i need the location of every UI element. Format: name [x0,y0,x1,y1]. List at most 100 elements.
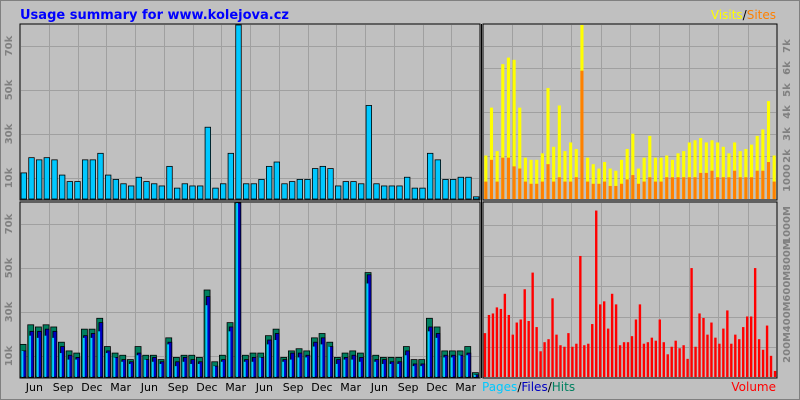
pages-overlay-bar [75,359,78,377]
sites-bar [506,157,510,199]
volume-bar [765,325,769,377]
pages-bar [411,187,418,200]
pages-overlay-bar [29,335,32,377]
volume-bar [610,293,614,377]
pages-bar [381,185,388,200]
pages-bar [20,172,27,200]
pages-overlay-bar [105,353,108,377]
pages-bar [419,187,426,200]
x-tick-label: Sep [283,381,304,394]
sites-bar [569,181,573,199]
pages-bar [166,165,173,200]
x-tick-label: Dec [426,381,447,394]
volume-bar [726,310,729,377]
sites-bar [614,185,618,199]
pages-bar [457,176,464,200]
pages-bar [319,165,326,200]
sites-bar [648,177,652,199]
sites-bar [744,177,748,199]
pages-overlay-bar [381,363,384,377]
volume-bar [519,319,522,377]
sites-bar [619,183,624,199]
legend-top-right: Visits/Sites [711,8,776,22]
sites-bar [636,183,641,199]
pages-overlay-bar [190,363,193,377]
pages-overlay-bar [128,363,131,377]
pages-overlay-bar [450,357,453,377]
sites-bar [591,183,595,199]
volume-bar [587,343,590,377]
pages-overlay-bar [90,337,93,377]
volume-bar [563,346,566,377]
pages-overlay-bar [427,331,430,377]
pages-bar [365,105,372,200]
pages-bar [89,159,96,200]
volume-bar [686,358,689,377]
legend-sites: Sites [747,8,776,22]
volume-bar [742,327,745,377]
pages-bar [304,179,311,200]
x-tick-label: Mar [340,381,361,394]
volume-bar [487,314,491,377]
pages-overlay-bar [289,359,292,377]
x-tick-label: Mar [455,381,476,394]
pages-overlay-bar [366,283,369,377]
pages-overlay-bar [59,353,62,377]
chart-title: Usage summary for www.kolejova.cz [20,8,289,23]
pages-overlay-bar [151,361,154,377]
pages-bar [189,185,196,200]
sites-bar [761,170,765,199]
pages-overlay-bar [182,361,185,377]
pages-overlay-bar [343,359,346,377]
pages-bar [36,159,43,200]
chart-panels: 10k 30k 50k 70k 10k 30k 50k 70k Jun Sep Dec Mar Jun S… [0,0,800,400]
volume-bar [591,324,594,377]
pages-overlay-bar [351,359,354,377]
sites-bar [603,181,607,199]
sites-bar [642,181,646,199]
pages-overlay-bar [443,357,446,377]
x-tick-label: Dec [81,381,102,394]
sites-bar [710,170,714,199]
pages-bar [258,179,265,200]
pages-bar [289,181,296,200]
pages-bar [220,183,227,200]
sites-bar [540,181,544,199]
pages-overlay-bar [335,363,338,377]
volume-bar [523,289,526,377]
sites-bar [489,159,494,199]
pages-bar [43,157,50,200]
volume-bar [547,339,550,377]
pages-y-tick: 30k [4,123,15,144]
pages-overlay-bar [67,359,70,377]
pages-bar [28,157,35,200]
sites-bar [484,181,488,199]
pages-overlay-bar [259,357,262,377]
pages-bar [473,196,480,200]
pages-bar [97,152,104,200]
volume-bar [670,346,673,377]
volume-bar [730,343,733,377]
pages-overlay-bar [297,357,300,377]
pages-overlay-bar [435,337,438,377]
sites-bar [750,177,754,199]
sites-bar [687,177,691,199]
sites-bar [580,70,584,199]
volume-bar [674,340,677,377]
sites-bar [501,157,505,199]
pages-bar [197,185,204,200]
pages-bar [112,179,119,200]
volume-bar [769,355,773,377]
volume-bar [599,304,602,377]
sites-bar [670,177,674,199]
pages-overlay-bar [197,363,200,377]
volume-bar [602,301,606,377]
volume-bar [666,354,669,377]
sites-bar [733,170,737,199]
pages-overlay-bar [82,337,85,377]
volume-bar [678,348,681,377]
pages-overlay-bar [374,361,377,377]
pages-overlay-bar [113,357,116,377]
pages-bar [327,168,334,200]
x-tick-label: Sep [398,381,419,394]
